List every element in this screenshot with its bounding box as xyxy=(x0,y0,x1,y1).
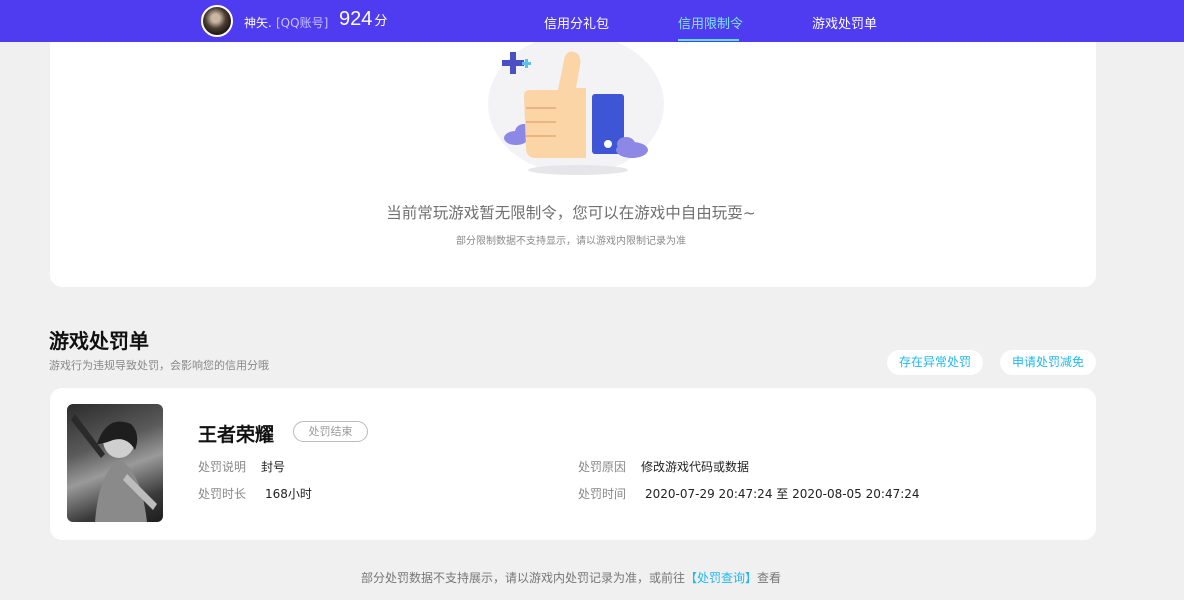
penalty-desc-label: 处罚说明 xyxy=(198,460,247,474)
top-nav-bar: 神矢. [QQ账号] 924 分 信用分礼包 信用限制令 游戏处罚单 xyxy=(0,0,1184,42)
penalty-duration-label: 处罚时长 xyxy=(198,487,247,501)
report-abnormal-penalty-button[interactable]: 存在异常处罚 xyxy=(887,350,983,375)
tab-credit-gift[interactable]: 信用分礼包 xyxy=(544,13,609,32)
avatar[interactable] xyxy=(201,5,233,37)
penalty-reason-value: 修改游戏代码或数据 xyxy=(641,460,750,474)
thumbs-up-icon xyxy=(488,42,664,175)
penalty-section-subtitle: 游戏行为违规导致处罚，会影响您的信用分哦 xyxy=(49,359,269,372)
game-name: 王者荣耀 xyxy=(198,424,275,446)
footer-prefix: 部分处罚数据不支持展示，请以游戏内处罚记录为准，或前往 xyxy=(360,571,685,585)
penalty-desc-value: 封号 xyxy=(261,460,286,474)
game-thumbnail xyxy=(67,404,163,522)
tab-game-penalty[interactable]: 游戏处罚单 xyxy=(812,13,877,32)
penalty-time-label: 处罚时间 xyxy=(578,487,627,501)
penalty-time-value: 2020-07-29 20:47:24 至 2020-08-05 20:47:2… xyxy=(645,487,920,501)
penalty-reason-label: 处罚原因 xyxy=(578,460,627,474)
footer-note: 部分处罚数据不支持展示，请以游戏内处罚记录为准，或前往【处罚查询】查看 xyxy=(0,569,1142,586)
penalty-query-link[interactable]: 【处罚查询】 xyxy=(685,571,757,585)
tab-credit-restriction[interactable]: 信用限制令 xyxy=(678,13,743,32)
user-name: 神矢. xyxy=(244,16,272,30)
penalty-duration-value: 168小时 xyxy=(265,487,312,501)
score-unit: 分 xyxy=(374,14,388,29)
account-type: [QQ账号] xyxy=(276,16,329,30)
hero-portrait-image xyxy=(71,414,157,522)
score-value: 924 xyxy=(339,8,373,30)
apply-penalty-reduction-button[interactable]: 申请处罚减免 xyxy=(1000,350,1096,375)
credit-score: 924 分 xyxy=(339,8,387,31)
active-tab-indicator xyxy=(678,39,739,41)
status-badge: 处罚结束 xyxy=(293,421,368,442)
penalty-section-title: 游戏处罚单 xyxy=(49,329,149,353)
empty-restriction-message: 当前常玩游戏暂无限制令，您可以在游戏中自由玩耍~ xyxy=(386,204,756,222)
restriction-note: 部分限制数据不支持显示，请以游戏内限制记录为准 xyxy=(456,236,686,247)
footer-suffix: 查看 xyxy=(757,571,782,585)
